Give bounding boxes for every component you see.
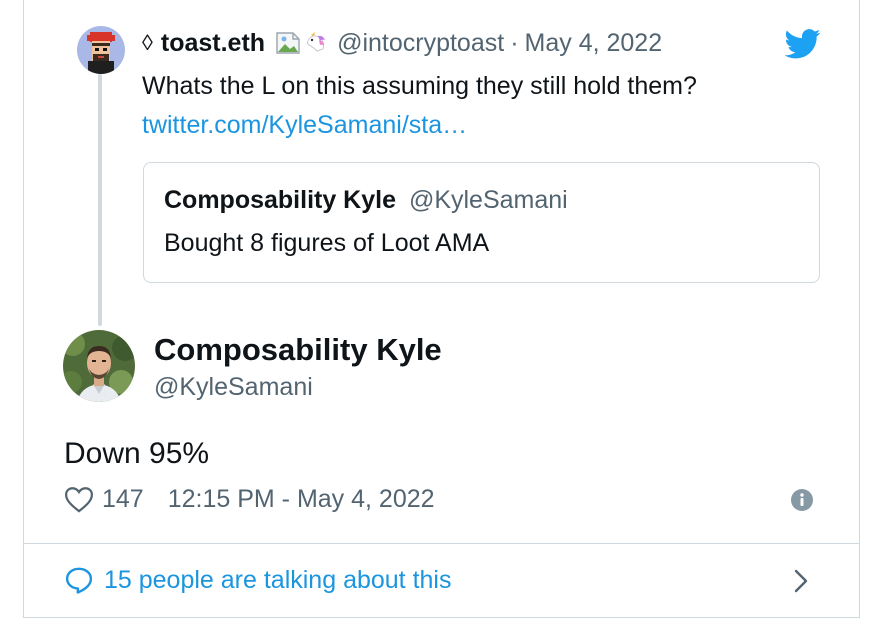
parent-tweet-date[interactable]: May 4, 2022 bbox=[525, 28, 663, 58]
quoted-author-handle: @KyleSamani bbox=[408, 186, 568, 214]
heart-icon[interactable] bbox=[64, 486, 94, 513]
pixel-avatar-image bbox=[77, 26, 125, 74]
speech-bubble-icon bbox=[64, 566, 94, 594]
quoted-tweet-card[interactable] bbox=[143, 162, 820, 283]
profile-photo bbox=[63, 330, 135, 402]
author-handle[interactable]: @intocryptoast bbox=[337, 28, 504, 58]
broken-image-icon bbox=[275, 31, 301, 55]
parent-tweet-link[interactable]: twitter.com/KyleSamani/sta… bbox=[142, 110, 467, 140]
main-author-handle[interactable]: @KyleSamani bbox=[154, 372, 313, 402]
like-count[interactable]: 147 bbox=[102, 484, 144, 514]
unicorn-icon bbox=[303, 31, 329, 55]
twitter-bird-icon[interactable] bbox=[784, 29, 821, 59]
quoted-author-name: Composability Kyle bbox=[164, 186, 396, 214]
eth-diamond-icon: ◊ bbox=[142, 30, 153, 55]
chevron-right-icon[interactable] bbox=[792, 567, 810, 595]
avatar-composability-kyle[interactable] bbox=[63, 330, 135, 402]
thread-connector-line bbox=[98, 74, 102, 326]
avatar-toast-eth[interactable] bbox=[77, 26, 125, 74]
author-display-name[interactable]: toast.eth bbox=[161, 28, 265, 58]
parent-tweet-header: ◊ toast.eth @intocryptoast · May 4, 2022 bbox=[142, 28, 662, 58]
quoted-tweet-header: Composability Kyle @KyleSamani bbox=[164, 185, 568, 215]
info-icon[interactable] bbox=[790, 488, 814, 512]
main-tweet-text: Down 95% bbox=[64, 437, 210, 470]
conversation-label: 15 people are talking about this bbox=[104, 566, 452, 594]
tweet-meta-row: 147 12:15 PM - May 4, 2022 bbox=[64, 484, 435, 514]
separator-dot: · bbox=[510, 29, 519, 57]
tweet-timestamp[interactable]: 12:15 PM - May 4, 2022 bbox=[168, 484, 435, 514]
quoted-tweet-text: Bought 8 figures of Loot AMA bbox=[164, 229, 490, 257]
parent-tweet-text: Whats the L on this assuming they still … bbox=[142, 72, 697, 100]
main-author-name[interactable]: Composability Kyle bbox=[154, 332, 442, 368]
conversation-link[interactable]: 15 people are talking about this bbox=[64, 565, 451, 595]
footer-divider bbox=[24, 543, 860, 544]
